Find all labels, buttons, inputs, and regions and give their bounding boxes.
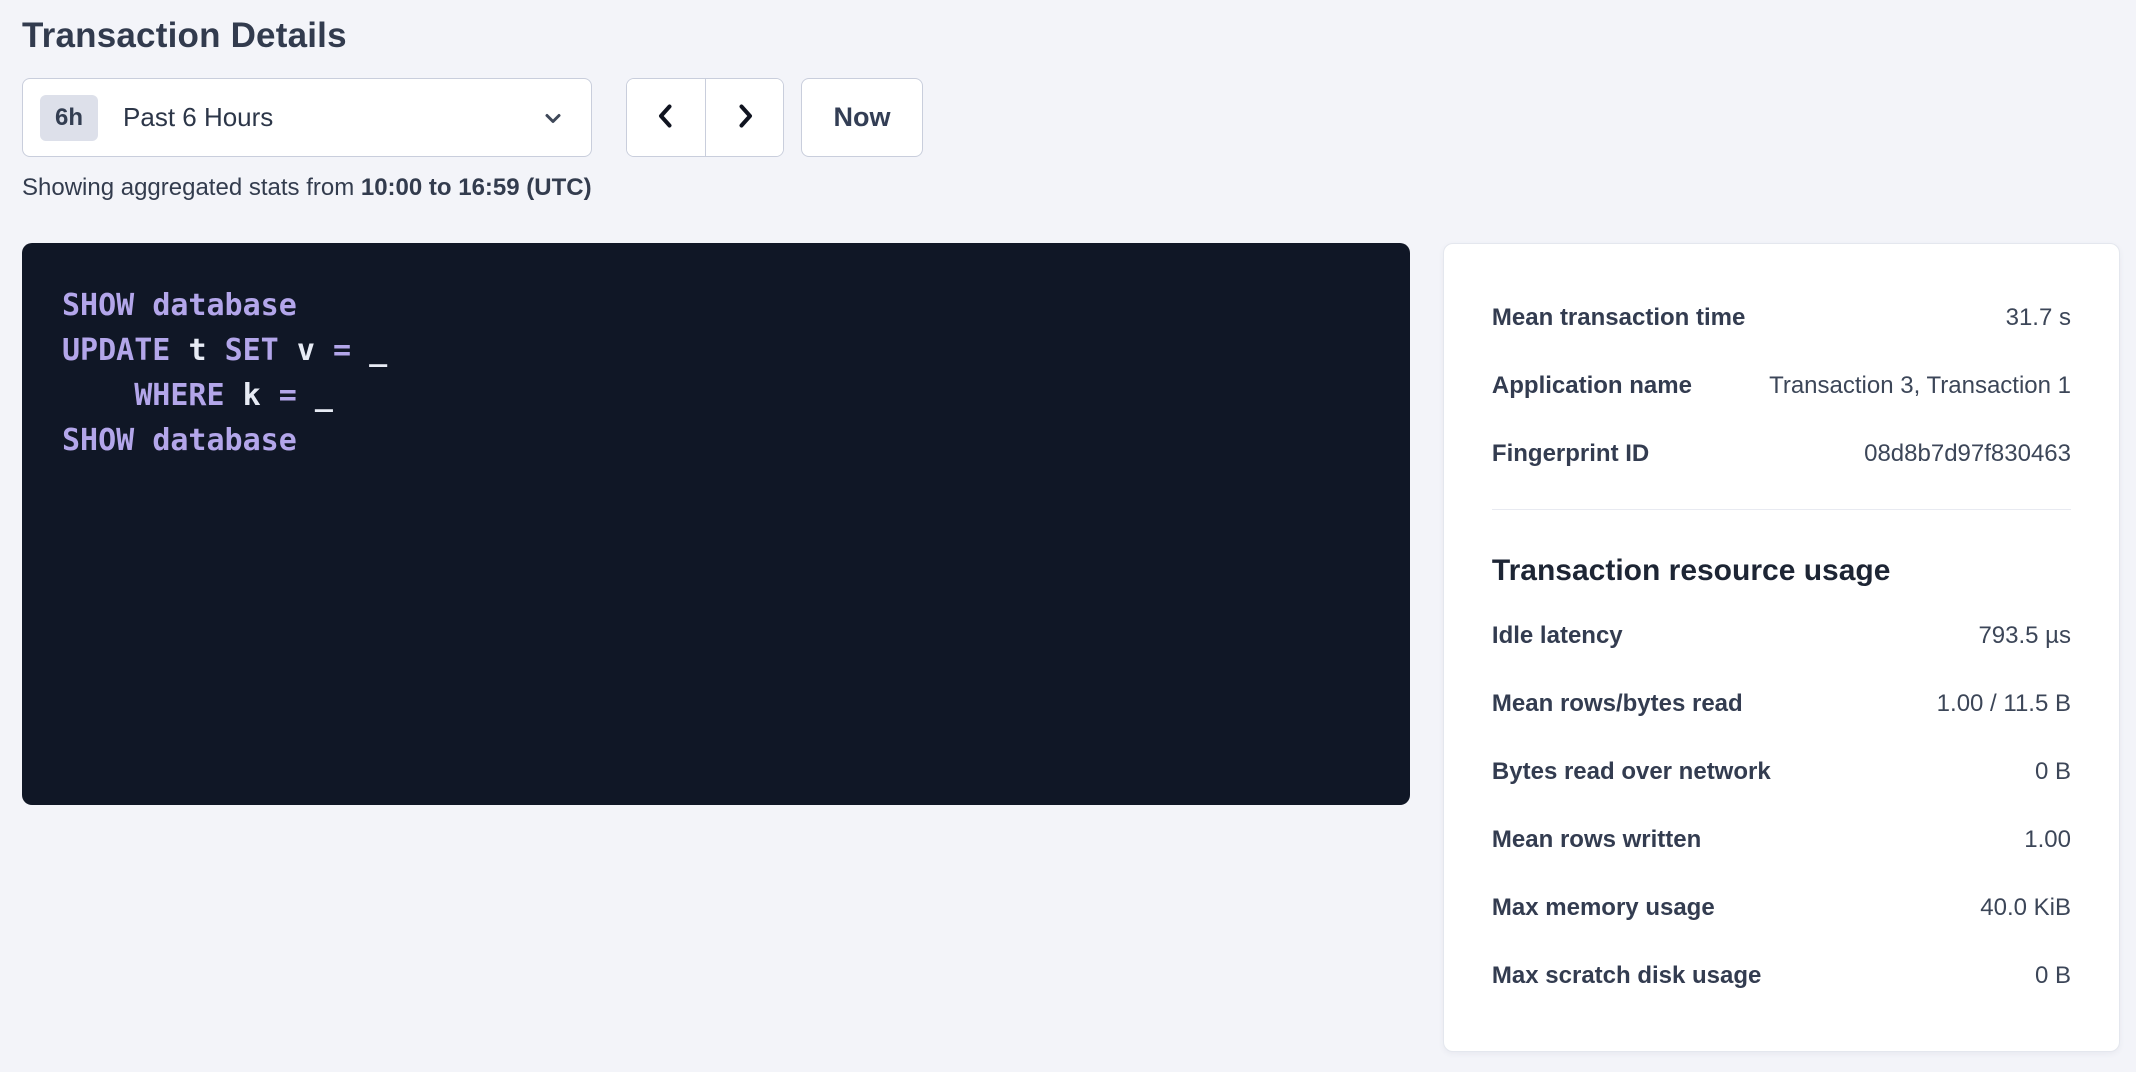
page-title: Transaction Details (22, 16, 2120, 56)
stat-value: Transaction 3, Transaction 1 (1769, 372, 2071, 400)
stat-label: Mean transaction time (1492, 304, 1745, 332)
now-button[interactable]: Now (801, 78, 923, 157)
stat-row: Fingerprint ID 08d8b7d97f830463 (1492, 420, 2071, 488)
stat-value: 1.00 (2024, 826, 2071, 854)
sql-keyword: database (152, 288, 297, 323)
stat-row: Mean rows/bytes read 1.00 / 11.5 B (1492, 670, 2071, 738)
stat-row: Max scratch disk usage 0 B (1492, 942, 2071, 1010)
stat-row: Max memory usage 40.0 KiB (1492, 874, 2071, 942)
stat-label: Max scratch disk usage (1492, 962, 1761, 990)
stat-label: Bytes read over network (1492, 758, 1771, 786)
stat-value: 0 B (2035, 962, 2071, 990)
stat-label: Mean rows/bytes read (1492, 690, 1743, 718)
sql-line: SHOW database (62, 283, 1370, 328)
chevron-right-icon (728, 99, 762, 136)
stat-label: Fingerprint ID (1492, 440, 1649, 468)
chevron-down-icon (541, 106, 565, 130)
time-nav-group (626, 78, 784, 157)
sql-line: SHOW database (62, 418, 1370, 463)
sql-line: WHERE k = _ (62, 373, 1370, 418)
sql-keyword: UPDATE (62, 333, 188, 368)
sql-keyword: = (279, 378, 315, 413)
aggregated-stats-caption: Showing aggregated stats from 10:00 to 1… (22, 174, 2120, 202)
sql-keyword: database (152, 423, 297, 458)
previous-interval-button[interactable] (627, 79, 705, 156)
stat-label: Application name (1492, 372, 1692, 400)
sql-text: v (297, 333, 333, 368)
sql-keyword: WHERE (134, 378, 242, 413)
sql-keyword: SET (225, 333, 297, 368)
sql-text: _ (369, 333, 387, 368)
stat-label: Idle latency (1492, 622, 1623, 650)
stat-label: Max memory usage (1492, 894, 1715, 922)
stat-row: Idle latency 793.5 µs (1492, 602, 2071, 670)
sql-text (62, 378, 134, 413)
sql-text: k (243, 378, 279, 413)
sql-keyword: = (333, 333, 369, 368)
sql-keyword: SHOW (62, 423, 152, 458)
resource-stats: Idle latency 793.5 µs Mean rows/bytes read… (1492, 602, 2071, 1010)
stat-value: 08d8b7d97f830463 (1864, 440, 2071, 468)
stat-label: Mean rows written (1492, 826, 1701, 854)
card-divider (1492, 509, 2071, 510)
time-range-badge: 6h (40, 95, 98, 141)
caption-time-range: 10:00 to 16:59 (UTC) (361, 174, 592, 201)
chevron-left-icon (649, 99, 683, 136)
stat-row: Mean rows written 1.00 (1492, 806, 2071, 874)
caption-prefix: Showing aggregated stats from (22, 174, 361, 201)
summary-stats: Mean transaction time 31.7 s Application n… (1492, 284, 2071, 488)
stat-value: 31.7 s (2006, 304, 2071, 332)
time-controls: 6h Past 6 Hours (22, 78, 2120, 157)
stat-row: Application name Transaction 3, Transacti… (1492, 352, 2071, 420)
stat-row: Bytes read over network 0 B (1492, 738, 2071, 806)
next-interval-button[interactable] (705, 79, 783, 156)
sql-line: UPDATE t SET v = _ (62, 328, 1370, 373)
sql-text: _ (315, 378, 333, 413)
transaction-stats-card: Mean transaction time 31.7 s Application n… (1443, 243, 2120, 1052)
resource-usage-heading: Transaction resource usage (1492, 554, 2071, 588)
stat-value: 0 B (2035, 758, 2071, 786)
stat-value: 1.00 / 11.5 B (1937, 690, 2071, 718)
time-range-label: Past 6 Hours (123, 102, 273, 133)
main-content: SHOW databaseUPDATE t SET v = _ WHERE k … (22, 243, 2120, 1052)
sql-statements-box: SHOW databaseUPDATE t SET v = _ WHERE k … (22, 243, 1410, 805)
transaction-details-page: Transaction Details 6h Past 6 Hours (0, 0, 2136, 1052)
stat-row: Mean transaction time 31.7 s (1492, 284, 2071, 352)
stat-value: 793.5 µs (1978, 622, 2071, 650)
sql-keyword: SHOW (62, 288, 152, 323)
sql-text: t (188, 333, 224, 368)
time-range-dropdown[interactable]: 6h Past 6 Hours (22, 78, 592, 157)
stat-value: 40.0 KiB (1980, 894, 2071, 922)
